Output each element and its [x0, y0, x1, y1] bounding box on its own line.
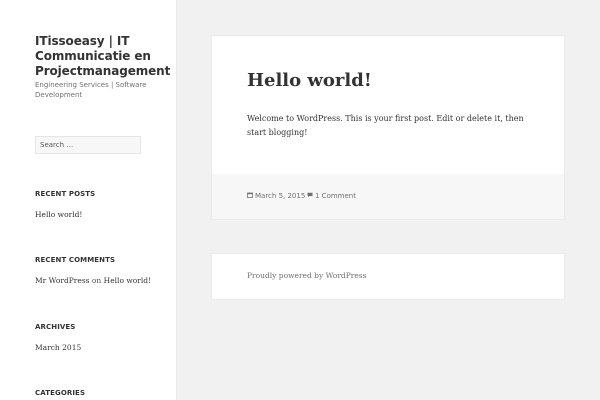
recent-comment-entry: Mr WordPress on Hello world!	[35, 276, 151, 286]
site-footer: Proudly powered by WordPress	[212, 254, 564, 299]
recent-comments-title: RECENT COMMENTS	[35, 256, 116, 264]
post-content: Welcome to WordPress. This is your first…	[247, 114, 524, 137]
categories-title: CATEGORIES	[35, 389, 86, 397]
calendar-icon	[247, 192, 253, 201]
recent-post-link[interactable]: Hello world!	[35, 210, 82, 220]
post-date[interactable]: March 5, 2015	[247, 192, 305, 201]
footer-credit[interactable]: Proudly powered by WordPress	[247, 271, 366, 281]
post-meta-footer: March 5, 2015 1 Comment	[212, 174, 564, 219]
comment-post-link[interactable]: Hello world!	[104, 276, 151, 285]
archive-link-text[interactable]: March 2015	[35, 343, 81, 352]
site-title[interactable]: ITissoeasy | IT Communicatie en Projectm…	[35, 34, 170, 79]
post-date-text[interactable]: March 5, 2015	[255, 192, 305, 201]
comment-author-link[interactable]: Mr WordPress	[35, 276, 90, 285]
recent-posts-title: RECENT POSTS	[35, 190, 96, 198]
recent-post-link-text[interactable]: Hello world!	[35, 210, 82, 219]
archive-link[interactable]: March 2015	[35, 343, 81, 353]
comment-joiner: on	[91, 276, 102, 285]
archives-title: ARCHIVES	[35, 323, 76, 331]
comment-icon	[307, 192, 313, 201]
post-comments[interactable]: 1 Comment	[307, 192, 356, 201]
post-comments-text[interactable]: 1 Comment	[315, 192, 356, 201]
post-card: Hello world! Welcome to WordPress. This …	[212, 36, 564, 219]
search-input[interactable]	[35, 136, 141, 154]
post-title[interactable]: Hello world!	[247, 69, 372, 93]
sidebar: ITissoeasy | IT Communicatie en Projectm…	[0, 0, 176, 400]
site-description: Engineering Services | Software Developm…	[35, 81, 147, 99]
